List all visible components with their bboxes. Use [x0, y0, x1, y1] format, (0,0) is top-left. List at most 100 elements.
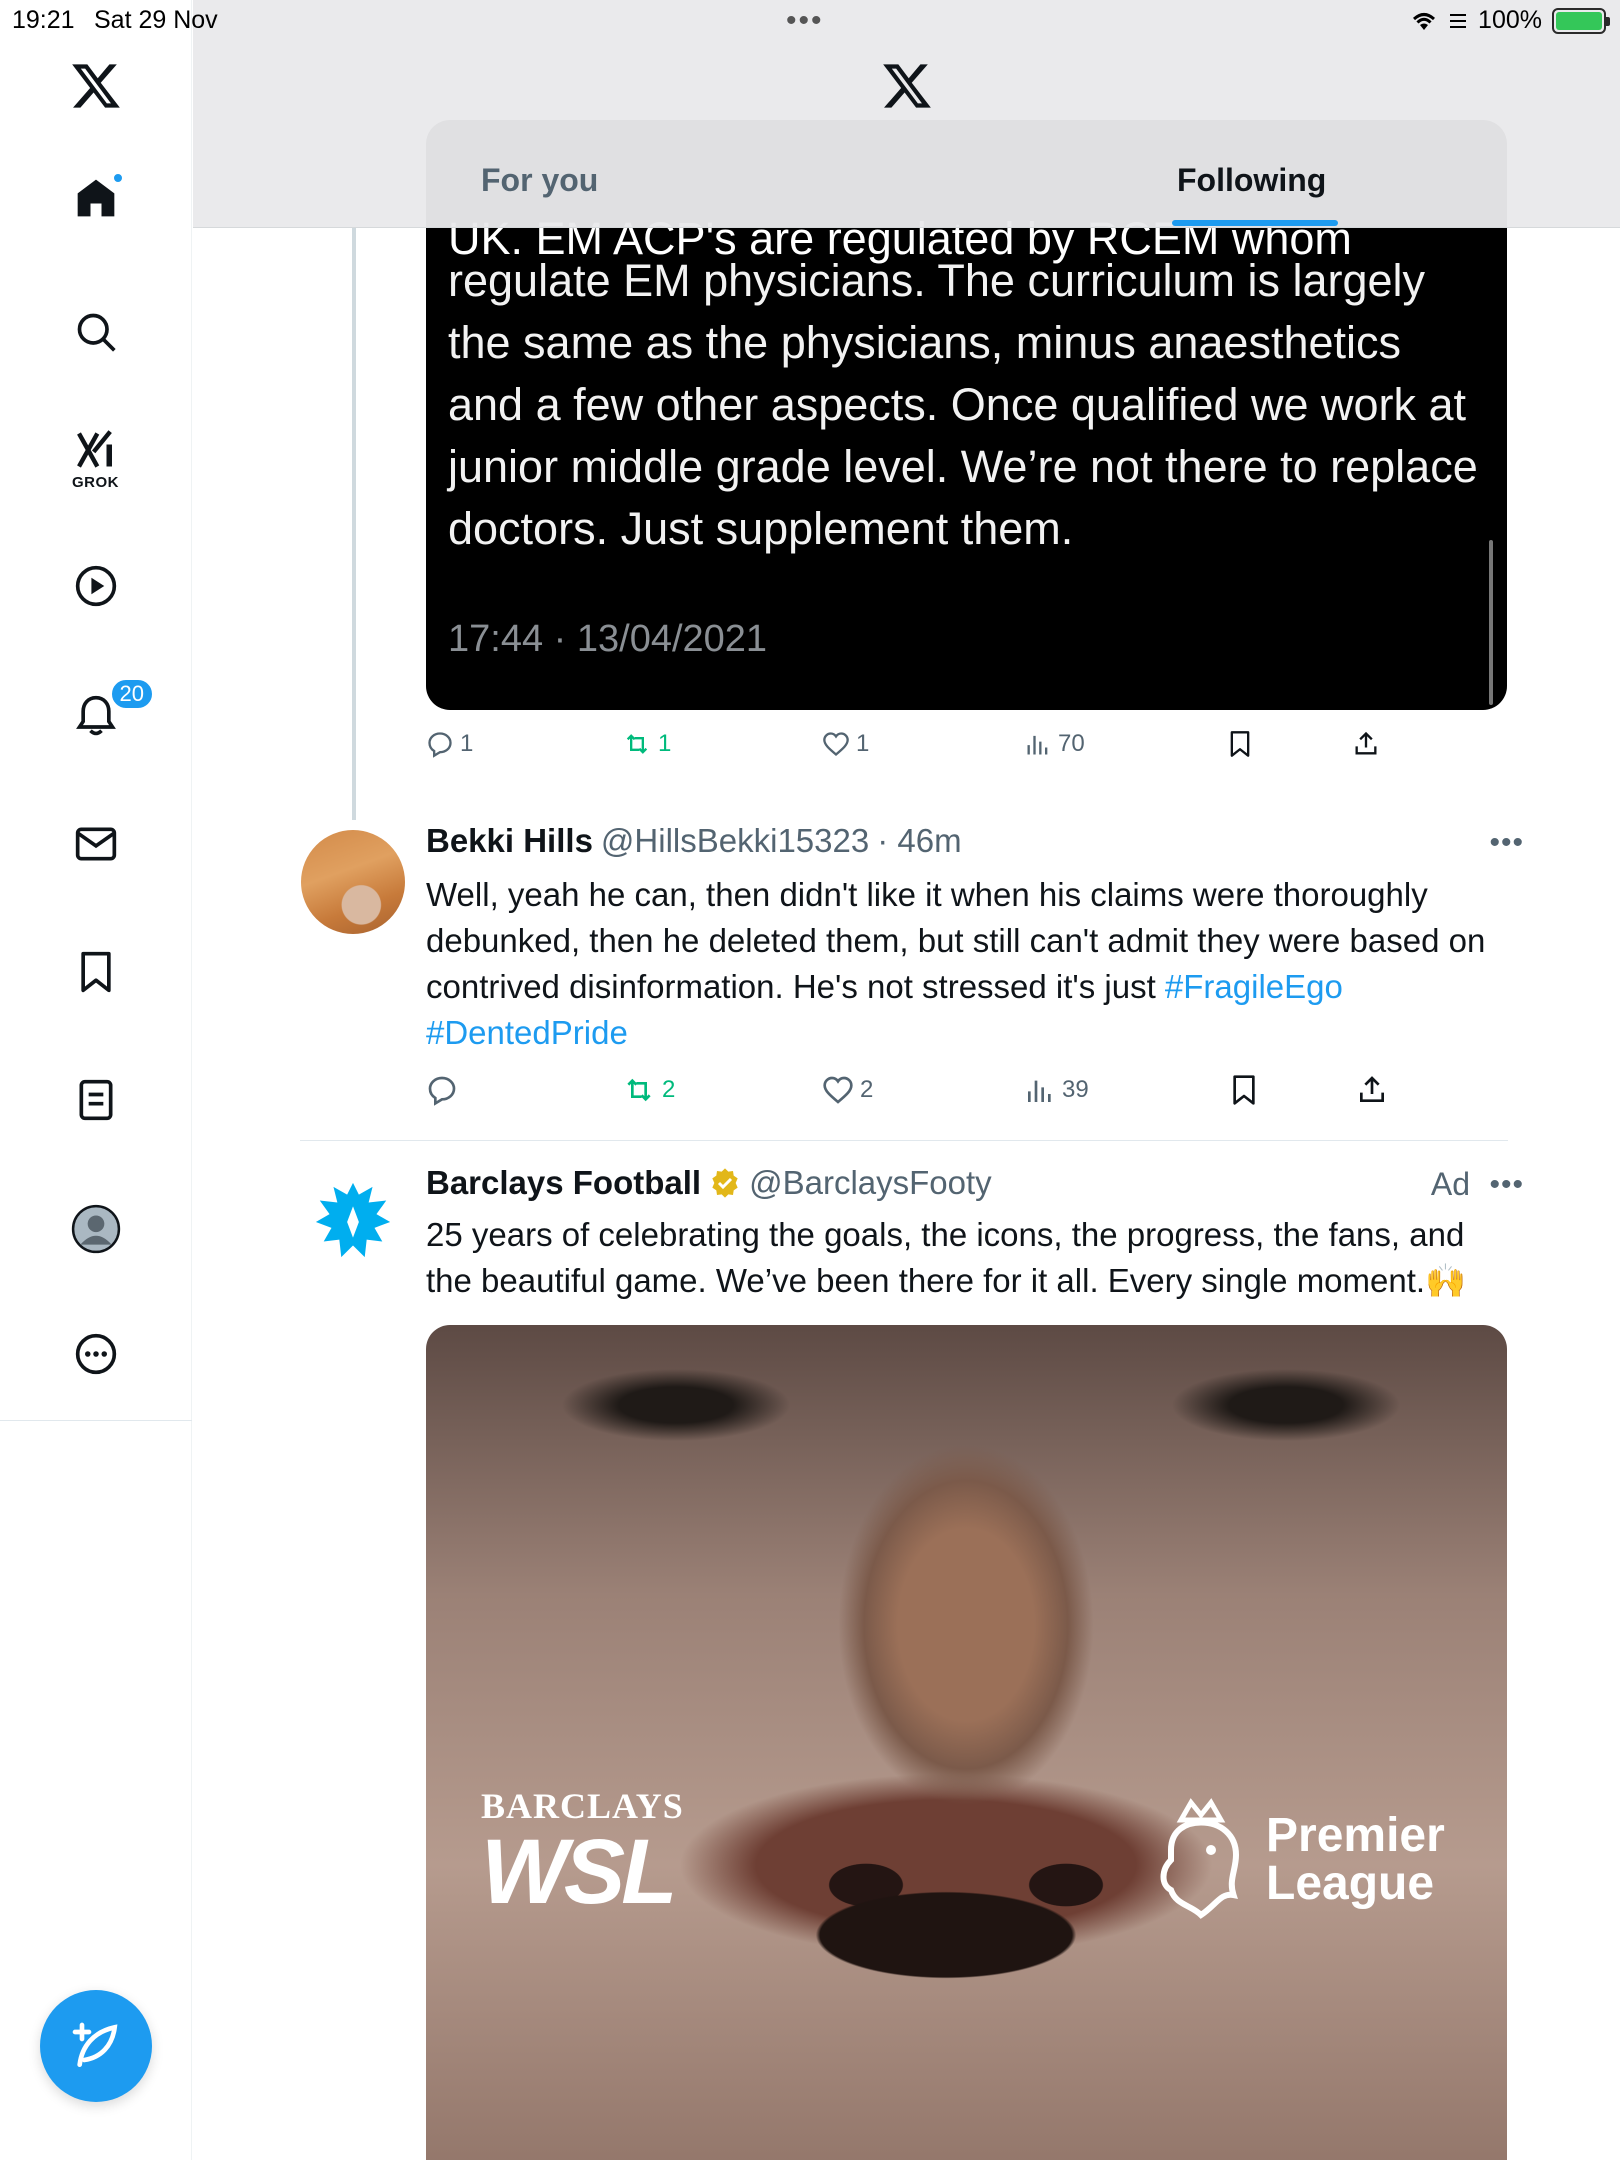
barclays-eagle-icon: [315, 1182, 391, 1258]
x-logo-icon[interactable]: [70, 62, 122, 110]
sidebar-item-messages[interactable]: [74, 822, 118, 866]
wsl-logo-main: WSL: [481, 1821, 677, 1923]
profile-icon: [71, 1204, 120, 1254]
retweet-icon: [627, 1078, 651, 1102]
screenshot-scrollbar: [1489, 540, 1493, 705]
sidebar-item-notifications[interactable]: 20: [74, 678, 154, 738]
premier-league-line1: Premier: [1266, 1809, 1445, 1862]
sidebar-divider: [0, 1420, 192, 1421]
tweet-text: 25 years of celebrating the goals, the i…: [426, 1216, 1467, 1299]
heart-icon: [823, 1076, 853, 1104]
status-date: Sat 29 Nov: [94, 6, 218, 34]
reply-count: 1: [460, 730, 474, 757]
grok-icon: [77, 430, 112, 468]
compose-button[interactable]: [40, 1990, 152, 2102]
lists-icon: [79, 1079, 112, 1121]
reply-button[interactable]: [426, 1074, 464, 1106]
sidebar-item-bookmarks[interactable]: [74, 950, 118, 994]
heart-icon: [823, 732, 849, 757]
like-button[interactable]: 2: [822, 1074, 873, 1106]
bookmark-icon: [1233, 1075, 1255, 1105]
tweet-text: Well, yeah he can, then didn't like it w…: [426, 872, 1506, 1056]
sidebar-item-grok[interactable]: GROK: [72, 428, 119, 491]
tweet-time[interactable]: · 46m: [877, 822, 961, 860]
share-button[interactable]: [1352, 730, 1380, 758]
orientation-lock-icon: [1450, 13, 1467, 28]
more-icon: [75, 1333, 116, 1375]
avatar[interactable]: [301, 1170, 405, 1274]
sidebar-item-profile[interactable]: [71, 1204, 121, 1254]
tweet-actions: 2 2 39: [426, 1074, 1526, 1114]
avatar[interactable]: [301, 830, 405, 934]
home-unread-dot: [111, 172, 124, 184]
tweet-actions: 1 1 1 70: [426, 730, 1526, 770]
battery-icon: [1552, 7, 1610, 34]
retweet-button[interactable]: 1: [622, 730, 671, 758]
like-count: 1: [856, 730, 870, 757]
screenshot-body-text: regulate EM physicians. The curriculum i…: [448, 255, 1478, 554]
multitasking-dots-icon[interactable]: •••: [786, 4, 824, 38]
tweet-header: Bekki Hills @HillsBekki15323 · 46m: [426, 822, 962, 860]
sidebar-item-home[interactable]: [74, 172, 124, 220]
author-handle[interactable]: @HillsBekki15323: [601, 822, 869, 860]
author-handle[interactable]: @BarclaysFooty: [749, 1164, 992, 1202]
screenshot-timestamp: 17:44 · 13/04/2021: [448, 618, 768, 660]
reply-icon: [428, 1076, 456, 1106]
home-icon: [77, 179, 114, 217]
author-name[interactable]: Bekki Hills: [426, 822, 593, 860]
premier-league-text: Premier League: [1266, 1812, 1445, 1908]
thread-connector: [352, 228, 356, 820]
premier-league-logo: Premier League: [1146, 1795, 1445, 1925]
status-bar: 19:21 Sat 29 Nov ••• 100%: [0, 0, 1620, 40]
reply-button[interactable]: 1: [426, 730, 473, 758]
like-count: 2: [860, 1076, 874, 1103]
tab-for-you[interactable]: For you: [481, 162, 598, 199]
hashtag-link[interactable]: #DentedPride: [426, 1014, 628, 1051]
search-icon: [77, 313, 116, 352]
grok-label: GROK: [72, 474, 119, 491]
bookmark-button[interactable]: [1226, 730, 1254, 758]
status-time: 19:21: [12, 6, 75, 34]
retweet-button[interactable]: 2: [622, 1074, 675, 1106]
bookmark-button[interactable]: [1228, 1074, 1260, 1106]
views-icon: [1027, 735, 1048, 755]
views-count: 70: [1058, 730, 1085, 757]
sidebar-item-lists[interactable]: [74, 1078, 118, 1122]
verified-gold-badge-icon: [712, 1168, 738, 1198]
status-right: 100%: [1410, 6, 1610, 35]
more-options-icon[interactable]: •••: [1489, 826, 1524, 860]
views-button[interactable]: 70: [1024, 730, 1085, 758]
notifications-badge: 20: [109, 678, 154, 710]
ad-video-media[interactable]: BARCLAYS WSL Premier League: [426, 1325, 1507, 2160]
more-options-icon[interactable]: •••: [1489, 1168, 1524, 1202]
share-icon: [1360, 1076, 1384, 1102]
premier-league-lion-icon: [1160, 1798, 1240, 1919]
timeline-feed: UK. EM ACP's are regulated by RCEM whom …: [193, 0, 1620, 2160]
battery-percent: 100%: [1478, 6, 1542, 34]
author-name[interactable]: Barclays Football: [426, 1164, 701, 1202]
retweet-count: 1: [658, 730, 672, 757]
retweet-icon: [626, 734, 648, 754]
tweet-header: Barclays Football @BarclaysFooty: [426, 1164, 992, 1202]
video-icon: [75, 565, 116, 607]
retweet-count: 2: [662, 1076, 676, 1103]
premier-league-line2: League: [1266, 1857, 1435, 1910]
hashtag-link[interactable]: #FragileEgo: [1165, 968, 1343, 1005]
wifi-icon: [1413, 12, 1436, 30]
share-button[interactable]: [1356, 1074, 1388, 1106]
x-header-logo-icon[interactable]: [881, 62, 933, 115]
messages-icon: [75, 827, 116, 861]
reply-icon: [428, 732, 452, 758]
barclays-wsl-logo: BARCLAYS WSL: [481, 1785, 684, 1923]
like-button[interactable]: 1: [822, 730, 869, 758]
views-icon: [1028, 1080, 1051, 1102]
tab-following[interactable]: Following: [1177, 162, 1326, 199]
active-tab-indicator: [1172, 220, 1338, 226]
sidebar-item-more[interactable]: [74, 1332, 118, 1376]
sidebar-item-video[interactable]: [74, 564, 118, 608]
ad-label: Ad: [1430, 1166, 1470, 1202]
sidebar-item-search[interactable]: [74, 310, 118, 354]
views-button[interactable]: 39: [1024, 1074, 1089, 1106]
compose-feather-icon: [72, 2022, 118, 2067]
bookmarks-icon: [80, 951, 111, 993]
